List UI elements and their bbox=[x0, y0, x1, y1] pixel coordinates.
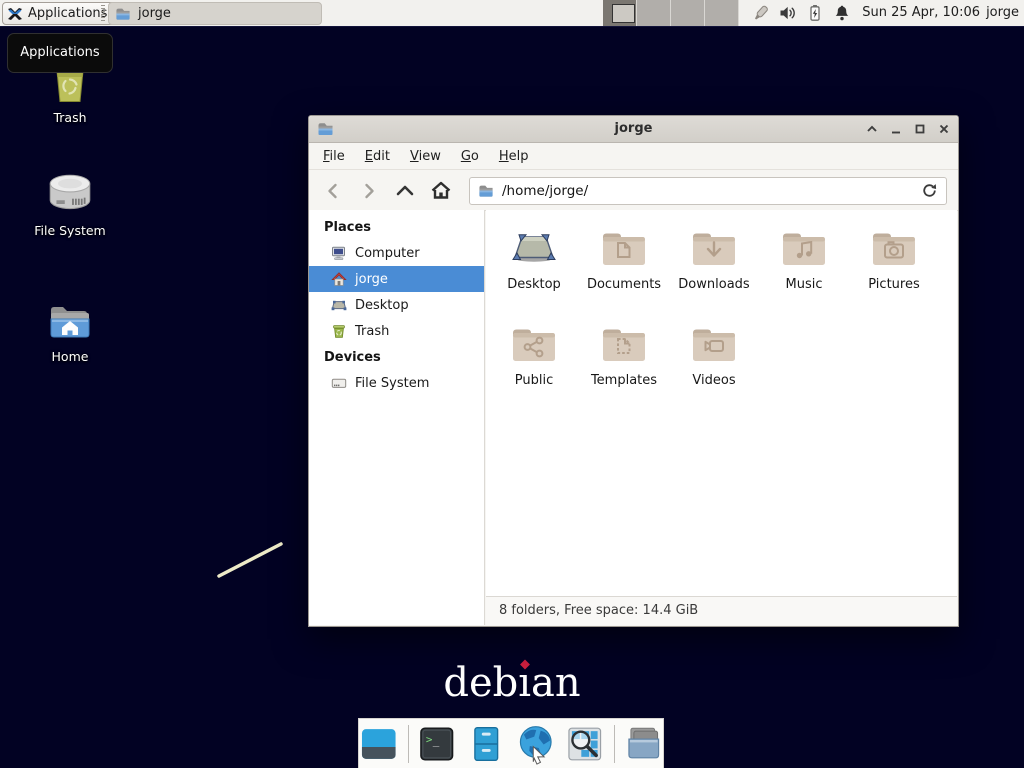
dock-separator bbox=[408, 725, 409, 763]
workspace-4[interactable] bbox=[705, 0, 739, 26]
directory-menu-icon[interactable] bbox=[624, 724, 664, 764]
menu-go[interactable]: Go bbox=[451, 143, 489, 170]
hard-drive-icon bbox=[45, 170, 95, 218]
debian-logo: debıan bbox=[0, 660, 1024, 706]
sidebar-item-computer[interactable]: Computer bbox=[309, 240, 484, 266]
path-folder-icon bbox=[478, 183, 494, 198]
applications-menu-button[interactable]: Applications bbox=[2, 2, 116, 25]
sidebar-item-file-system[interactable]: File System bbox=[309, 370, 484, 396]
menu-view[interactable]: View bbox=[400, 143, 451, 170]
desktop-icon-label: Home bbox=[32, 349, 108, 364]
places-header: Places bbox=[309, 214, 484, 240]
location-bar[interactable]: /home/jorge/ bbox=[469, 177, 947, 205]
file-cabinet-icon[interactable] bbox=[466, 724, 506, 764]
workspace-2[interactable] bbox=[637, 0, 671, 26]
up-button[interactable] bbox=[387, 176, 423, 206]
folder-templates[interactable]: Templates bbox=[579, 320, 669, 416]
reload-icon[interactable] bbox=[921, 182, 938, 199]
home-button[interactable] bbox=[423, 176, 459, 206]
menu-file[interactable]: File bbox=[313, 143, 355, 170]
notifications-bell-icon[interactable] bbox=[833, 4, 851, 22]
desktop-icon-label: File System bbox=[32, 223, 108, 238]
folder-public[interactable]: Public bbox=[489, 320, 579, 416]
folder-pictures[interactable]: Pictures bbox=[849, 224, 939, 320]
home-icon bbox=[331, 271, 347, 287]
desktop-icon-label: Trash bbox=[32, 110, 108, 125]
pictures-folder-icon bbox=[870, 224, 918, 272]
terminal-icon[interactable]: > _ bbox=[417, 724, 457, 764]
folder-music[interactable]: Music bbox=[759, 224, 849, 320]
sidebar-item-trash[interactable]: Trash bbox=[309, 318, 484, 344]
folder-videos[interactable]: Videos bbox=[669, 320, 759, 416]
web-browser-icon[interactable] bbox=[515, 723, 556, 765]
folder-desktop[interactable]: Desktop bbox=[489, 224, 579, 320]
music-folder-icon bbox=[780, 224, 828, 272]
file-manager-window: jorge File Edit View Go Help bbox=[308, 115, 959, 627]
computer-icon bbox=[331, 245, 347, 261]
shade-button[interactable] bbox=[865, 123, 878, 136]
system-tray bbox=[751, 0, 851, 26]
toolbar: /home/jorge/ bbox=[309, 171, 958, 211]
documents-folder-icon bbox=[600, 224, 648, 272]
battery-charging-icon[interactable] bbox=[806, 4, 824, 22]
window-title: jorge bbox=[309, 116, 958, 142]
panel-separator-handle[interactable] bbox=[101, 5, 105, 21]
devices-header: Devices bbox=[309, 344, 484, 370]
workspace-1[interactable] bbox=[603, 0, 637, 26]
app-finder-icon[interactable] bbox=[565, 724, 605, 764]
show-desktop-icon[interactable] bbox=[359, 724, 399, 764]
desktop-icon-home[interactable]: Home bbox=[32, 298, 108, 364]
home-folder-icon bbox=[45, 298, 95, 344]
folder-downloads[interactable]: Downloads bbox=[669, 224, 759, 320]
workspace-switcher bbox=[603, 0, 739, 26]
forward-button[interactable] bbox=[351, 176, 387, 206]
trash-small-icon bbox=[331, 323, 347, 339]
panel-clock[interactable]: Sun 25 Apr, 10:06 bbox=[862, 0, 980, 26]
menu-edit[interactable]: Edit bbox=[355, 143, 400, 170]
statusbar: 8 folders, Free space: 14.4 GiB bbox=[486, 596, 957, 625]
videos-folder-icon bbox=[690, 320, 738, 368]
top-panel: Applications jorge bbox=[0, 0, 1024, 27]
dock-panel: > _ bbox=[358, 718, 664, 768]
close-button[interactable] bbox=[937, 123, 950, 136]
desktop-icon-file-system[interactable]: File System bbox=[32, 170, 108, 238]
folder-icon bbox=[115, 6, 131, 21]
panel-user-label[interactable]: jorge bbox=[986, 0, 1019, 26]
dock-separator bbox=[614, 725, 615, 763]
file-view: Desktop Documents bbox=[486, 210, 957, 596]
menubar: File Edit View Go Help bbox=[309, 143, 958, 170]
sidebar-item-jorge[interactable]: jorge bbox=[309, 266, 484, 292]
drive-icon bbox=[331, 375, 347, 391]
path-text[interactable]: /home/jorge/ bbox=[502, 183, 913, 199]
maximize-button[interactable] bbox=[913, 123, 926, 136]
templates-folder-icon bbox=[600, 320, 648, 368]
workspace-3[interactable] bbox=[671, 0, 705, 26]
annotation-tool-icon[interactable] bbox=[751, 4, 770, 23]
desktop-pad-icon bbox=[510, 224, 558, 272]
workspace-window-thumbnail bbox=[612, 4, 635, 23]
window-titlebar[interactable]: jorge bbox=[309, 116, 958, 143]
folder-documents[interactable]: Documents bbox=[579, 224, 669, 320]
menu-help[interactable]: Help bbox=[489, 143, 539, 170]
back-button[interactable] bbox=[315, 176, 351, 206]
sidebar-item-desktop[interactable]: Desktop bbox=[309, 292, 484, 318]
public-folder-icon bbox=[510, 320, 558, 368]
downloads-folder-icon bbox=[690, 224, 738, 272]
taskbar-window-button[interactable]: jorge bbox=[108, 2, 322, 25]
side-pane: Places Computer jorge bbox=[309, 210, 485, 625]
applications-menu-icon bbox=[7, 6, 23, 22]
applications-tooltip: Applications bbox=[7, 33, 113, 73]
svg-text:_: _ bbox=[433, 734, 440, 747]
desktop-icon bbox=[331, 297, 347, 313]
minimize-button[interactable] bbox=[889, 123, 902, 136]
volume-icon[interactable] bbox=[779, 4, 797, 22]
